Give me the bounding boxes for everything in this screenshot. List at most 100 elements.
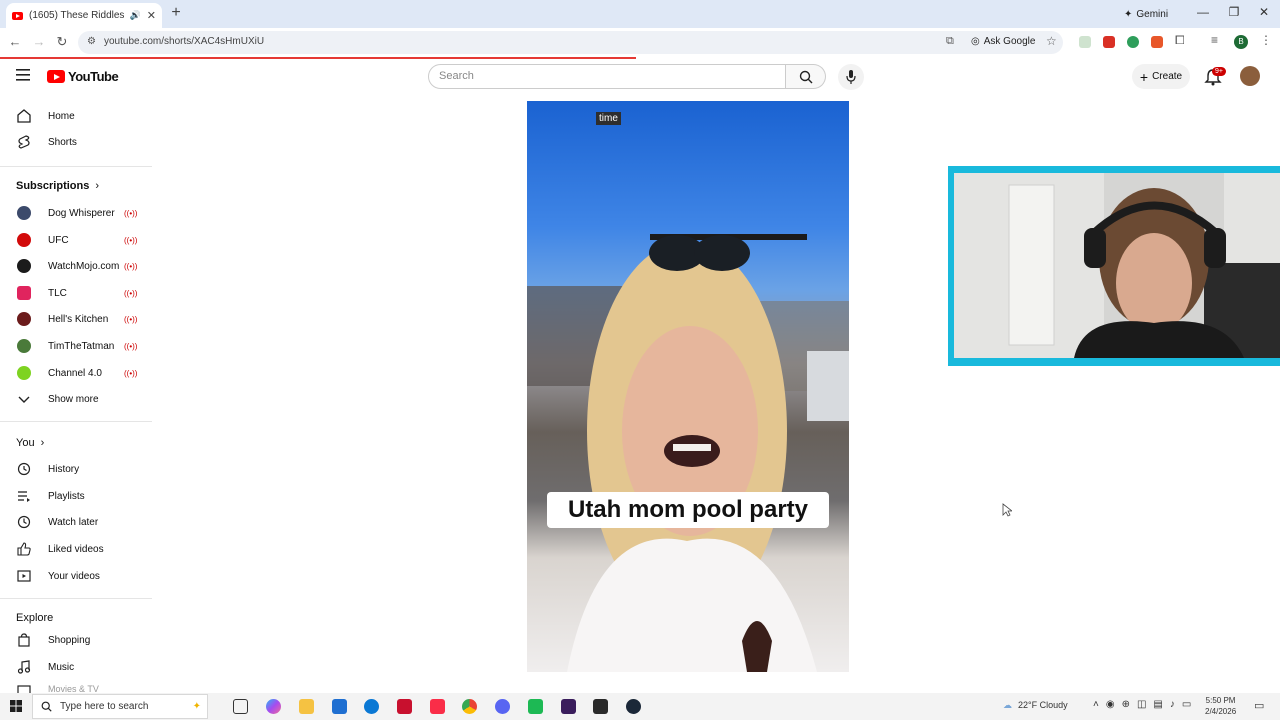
store-icon[interactable] — [332, 699, 347, 714]
extension-icon[interactable] — [1151, 36, 1163, 48]
ask-google-button[interactable]: ◎ Ask Google — [971, 36, 1035, 47]
chevron-right-icon: › — [40, 437, 45, 449]
profile-avatar[interactable]: B — [1234, 35, 1248, 49]
sidebar-item-movies[interactable]: Movies & TV — [0, 681, 152, 693]
history-icon — [17, 462, 31, 476]
sidebar-item-label: Channel 4.0 — [48, 367, 102, 379]
divider — [0, 421, 152, 422]
sidebar-item-label: Home — [48, 110, 75, 122]
channel-avatar — [17, 312, 31, 326]
search-icon — [799, 70, 813, 84]
sidebar-item-history[interactable]: History — [0, 456, 152, 482]
taskbar-clock[interactable]: 5:50 PM 2/4/2026 — [1205, 695, 1236, 717]
copilot-icon[interactable] — [266, 699, 281, 714]
discord-icon[interactable] — [495, 699, 510, 714]
tray-chevron-icon: ˄ — [1093, 699, 1099, 710]
extensions-puzzle-icon[interactable]: ⧠ — [1175, 33, 1185, 48]
youtube-logo[interactable]: YouTube — [47, 69, 119, 84]
create-button[interactable]: + Create — [1132, 64, 1190, 89]
restore-icon[interactable]: ❐ — [1227, 5, 1241, 19]
minimize-icon[interactable]: — — [1196, 5, 1210, 19]
voice-search-button[interactable] — [838, 64, 864, 90]
thumbs-up-icon — [17, 542, 31, 556]
address-bar[interactable]: ⚙ youtube.com/shorts/XAC4sHmUXiU ⧉ ◎ Ask… — [78, 31, 1063, 54]
weather-text: 22°F Cloudy — [1018, 700, 1068, 710]
subscriptions-heading[interactable]: Subscriptions › — [16, 180, 99, 192]
install-app-icon[interactable]: ⧉ — [946, 35, 954, 48]
sidebar-item-home[interactable]: Home — [0, 103, 152, 129]
sidebar-item-liked-videos[interactable]: Liked videos — [0, 536, 152, 562]
taskbar-search-input[interactable]: Type here to search ✦ — [32, 694, 208, 719]
youtube-play-logo-icon — [47, 70, 65, 83]
system-tray[interactable]: ˄ ◉ ⊕ ◫ ▤ ♪ ▭ — [1093, 699, 1191, 710]
tab-strip: (1605) These Riddles Test C 🔊 ✕ + ✦ Gemi… — [0, 0, 1280, 28]
sidebar-item-playlists[interactable]: Playlists — [0, 483, 152, 509]
plus-icon: + — [1139, 68, 1149, 85]
app-icon[interactable] — [528, 699, 543, 714]
extension-icon[interactable] — [1127, 36, 1139, 48]
back-icon[interactable]: ← — [7, 34, 23, 50]
sidebar-item-your-videos[interactable]: Your videos — [0, 563, 152, 589]
you-heading[interactable]: You › — [16, 437, 44, 449]
notification-count-badge: 9+ — [1212, 67, 1226, 76]
sidebar-item-music[interactable]: Music — [0, 654, 152, 680]
forward-icon[interactable]: → — [31, 34, 47, 50]
extension-icon[interactable] — [1079, 36, 1091, 48]
app-icon[interactable] — [561, 699, 576, 714]
sidebar-item-subscription[interactable]: TLC ((•)) — [0, 280, 152, 306]
epic-games-icon[interactable] — [593, 699, 608, 714]
shorts-icon — [18, 135, 30, 149]
sidebar-item-subscription[interactable]: Channel 4.0 ((•)) — [0, 360, 152, 386]
chevron-down-icon — [18, 396, 30, 403]
live-indicator-icon: ((•)) — [124, 208, 138, 218]
tab-close-icon[interactable]: ✕ — [147, 9, 156, 22]
browser-menu-icon[interactable]: ⋮ — [1260, 33, 1272, 47]
live-indicator-icon: ((•)) — [124, 368, 138, 378]
sidebar-item-subscription[interactable]: UFC ((•)) — [0, 227, 152, 253]
search-button[interactable] — [786, 64, 826, 89]
steam-icon[interactable] — [626, 699, 641, 714]
lens-icon: ◎ — [971, 36, 980, 47]
network-icon: ▤ — [1153, 699, 1163, 710]
video-caption: Utah mom pool party — [547, 492, 829, 528]
sidebar-item-subscription[interactable]: Hell's Kitchen ((•)) — [0, 306, 152, 332]
sidebar-item-shorts[interactable]: Shorts — [0, 129, 152, 155]
account-avatar[interactable] — [1240, 66, 1260, 86]
app-icon[interactable] — [397, 699, 412, 714]
search-input[interactable]: Search — [428, 64, 786, 89]
sidebar-item-subscription[interactable]: WatchMojo.com ((•)) — [0, 253, 152, 279]
music-app-icon[interactable] — [430, 699, 445, 714]
file-explorer-icon[interactable] — [299, 699, 314, 714]
task-view-icon[interactable] — [233, 699, 248, 714]
reload-icon[interactable]: ↻ — [54, 34, 70, 50]
reading-list-icon[interactable]: ≡ — [1211, 33, 1218, 47]
sidebar-item-shopping[interactable]: Shopping — [0, 627, 152, 653]
show-more-button[interactable]: Show more — [0, 386, 152, 412]
bookmark-star-icon[interactable]: ☆ — [1046, 34, 1057, 48]
gemini-button[interactable]: ✦ Gemini — [1124, 5, 1168, 23]
chrome-icon[interactable] — [462, 699, 477, 714]
hamburger-menu-icon[interactable] — [16, 69, 30, 81]
live-indicator-icon: ((•)) — [124, 341, 138, 351]
browser-tab[interactable]: (1605) These Riddles Test C 🔊 ✕ — [6, 3, 162, 28]
sidebar-item-label: Playlists — [48, 490, 85, 502]
sidebar-item-watch-later[interactable]: Watch later — [0, 509, 152, 535]
site-info-icon[interactable]: ⚙ — [87, 36, 96, 47]
close-window-icon[interactable]: ✕ — [1257, 5, 1271, 19]
sidebar-item-label: Shorts — [48, 136, 77, 148]
live-indicator-icon: ((•)) — [124, 314, 138, 324]
speaker-icon[interactable]: 🔊 — [130, 10, 141, 21]
notification-center-icon[interactable]: ▭ — [1254, 699, 1264, 712]
sidebar-item-subscription[interactable]: TimTheTatman ((•)) — [0, 333, 152, 359]
shorts-video-player[interactable] — [527, 101, 849, 672]
weather-widget[interactable]: ☁ 22°F Cloudy — [1003, 700, 1068, 711]
windows-start-icon[interactable] — [10, 700, 22, 712]
sidebar-item-subscription[interactable]: Dog Whisperer ((•)) — [0, 200, 152, 226]
cloud-icon: ☁ — [1003, 700, 1012, 710]
channel-avatar — [17, 286, 31, 300]
edge-icon[interactable] — [364, 699, 379, 714]
new-tab-button[interactable]: + — [168, 5, 184, 21]
video-overlay-tag: time — [596, 112, 621, 125]
extension-icon[interactable] — [1103, 36, 1115, 48]
clock-icon — [17, 515, 31, 529]
